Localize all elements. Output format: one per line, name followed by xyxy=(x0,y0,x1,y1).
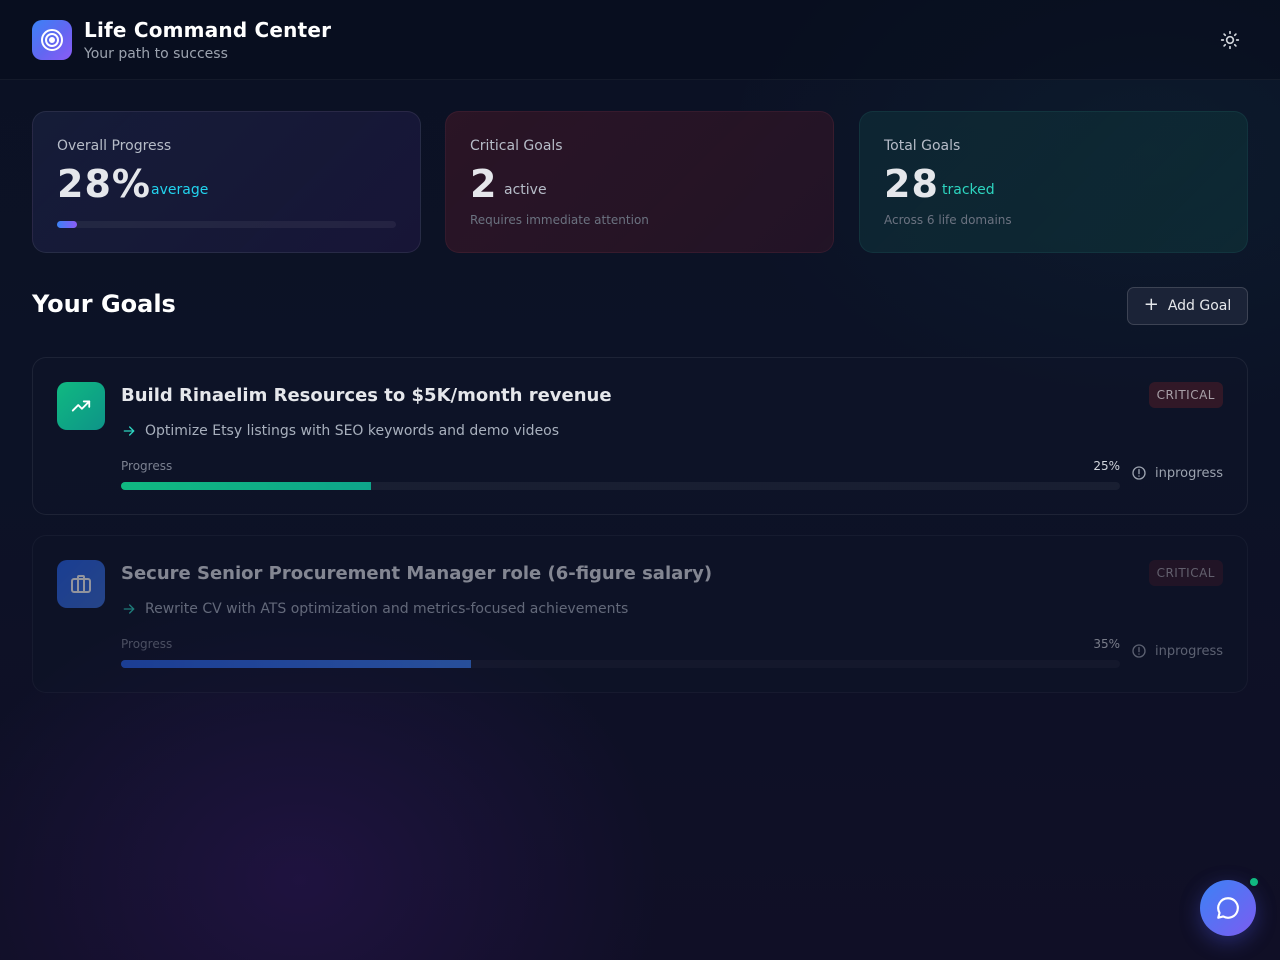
goal-progress-bar xyxy=(121,482,1120,490)
chat-button[interactable] xyxy=(1200,880,1256,936)
progress-label: Progress xyxy=(121,459,173,473)
priority-badge: CRITICAL xyxy=(1148,382,1223,408)
theme-toggle-button[interactable] xyxy=(1214,24,1246,56)
add-goal-button[interactable]: + Add Goal xyxy=(1127,287,1248,325)
overall-progress-card: Overall Progress 28% average xyxy=(32,111,421,253)
app-title: Life Command Center xyxy=(84,18,332,42)
next-step: Optimize Etsy listings with SEO keywords… xyxy=(121,423,559,439)
goal-title: Secure Senior Procurement Manager role (… xyxy=(121,563,713,584)
progress-percent: 35% xyxy=(1093,637,1120,651)
stat-suffix: average xyxy=(151,182,209,198)
stat-value: 28% xyxy=(57,162,151,206)
priority-badge: CRITICAL xyxy=(1148,560,1223,586)
target-icon xyxy=(32,20,72,60)
total-goals-card: Total Goals 28 tracked Across 6 life dom… xyxy=(859,111,1248,253)
chat-bubble-icon xyxy=(1217,897,1239,919)
goal-status: inprogress xyxy=(1131,465,1223,481)
arrow-right-icon xyxy=(123,426,135,436)
goal-card[interactable]: Build Rinaelim Resources to $5K/month re… xyxy=(32,357,1248,515)
stat-label: Total Goals xyxy=(884,138,961,154)
next-step: Rewrite CV with ATS optimization and met… xyxy=(121,601,628,617)
arrow-right-icon xyxy=(123,604,135,614)
next-step-text: Optimize Etsy listings with SEO keywords… xyxy=(145,423,560,439)
goal-status: inprogress xyxy=(1131,643,1223,659)
next-step-text: Rewrite CV with ATS optimization and met… xyxy=(145,601,629,617)
online-indicator xyxy=(1248,876,1260,888)
overall-progress-bar xyxy=(57,221,396,228)
trending-up-icon xyxy=(57,382,105,430)
stat-value: 28 xyxy=(884,162,939,206)
goal-title: Build Rinaelim Resources to $5K/month re… xyxy=(121,385,612,406)
status-text: inprogress xyxy=(1155,465,1223,481)
progress-label: Progress xyxy=(121,637,173,651)
progress-percent: 25% xyxy=(1093,459,1120,473)
goal-card[interactable]: Secure Senior Procurement Manager role (… xyxy=(32,535,1248,693)
plus-icon: + xyxy=(1143,294,1159,315)
stat-label: Overall Progress xyxy=(57,138,172,154)
overall-progress-fill xyxy=(57,221,78,228)
stat-suffix: active xyxy=(504,182,547,198)
stat-value: 2 xyxy=(470,162,498,206)
status-text: inprogress xyxy=(1155,643,1223,659)
add-goal-label: Add Goal xyxy=(1167,298,1232,314)
goal-progress-bar xyxy=(121,660,1120,668)
alert-circle-icon xyxy=(1132,466,1146,480)
goal-progress-fill xyxy=(121,660,471,668)
app-subtitle: Your path to success xyxy=(84,46,228,62)
briefcase-icon xyxy=(57,560,105,608)
stat-label: Critical Goals xyxy=(470,138,563,154)
section-title: Your Goals xyxy=(32,290,176,318)
sun-icon xyxy=(1220,30,1240,50)
stat-note: Requires immediate attention xyxy=(470,213,649,227)
critical-goals-card: Critical Goals 2 active Requires immedia… xyxy=(445,111,834,253)
goal-progress-fill xyxy=(121,482,371,490)
alert-circle-icon xyxy=(1132,644,1146,658)
stat-note: Across 6 life domains xyxy=(884,213,1012,227)
stat-suffix: tracked xyxy=(942,182,995,198)
app-header: Life Command Center Your path to success xyxy=(0,0,1280,80)
